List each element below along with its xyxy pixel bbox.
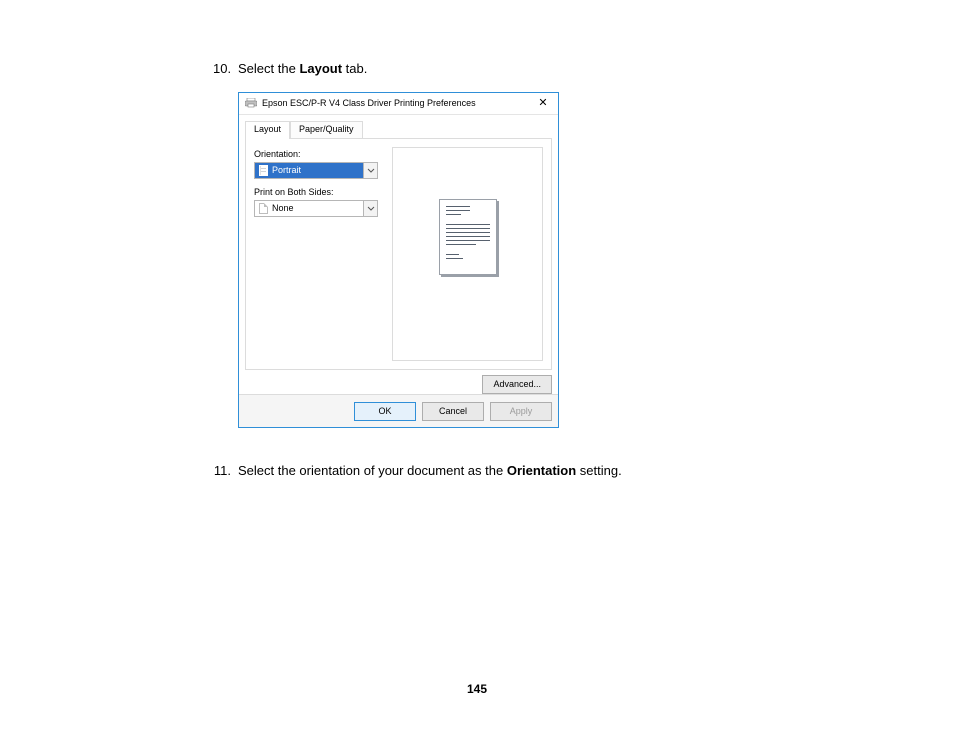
page-number: 145: [0, 682, 954, 696]
orientation-dropdown[interactable]: Portrait: [254, 162, 378, 179]
tab-paper-quality[interactable]: Paper/Quality: [290, 121, 363, 139]
both-sides-text: None: [272, 203, 294, 213]
text: setting.: [576, 463, 622, 478]
orientation-text: Portrait: [272, 165, 301, 175]
bold-text: Layout: [299, 61, 342, 76]
print-preferences-dialog: Epson ESC/P-R V4 Class Driver Printing P…: [238, 92, 559, 428]
text: Select the orientation of your document …: [238, 463, 507, 478]
page-icon: [259, 203, 268, 214]
ok-button[interactable]: OK: [354, 402, 416, 421]
bold-text: Orientation: [507, 463, 576, 478]
chevron-down-icon: [363, 163, 377, 178]
dialog-client: Layout Paper/Quality Orientation: Portra…: [239, 115, 558, 427]
both-sides-dropdown[interactable]: None: [254, 200, 378, 217]
layout-controls: Orientation: Portrait Print on Both Side…: [254, 147, 384, 361]
close-button[interactable]: ✕: [534, 98, 552, 109]
dialog-footer: OK Cancel Apply: [239, 394, 558, 427]
orientation-value: Portrait: [255, 163, 363, 178]
apply-button[interactable]: Apply: [490, 402, 552, 421]
page-preview: [392, 147, 543, 361]
orientation-label: Orientation:: [254, 149, 384, 159]
both-sides-value: None: [255, 201, 363, 216]
step-text: Select the Layout tab.: [238, 60, 813, 78]
step-number: 11.: [213, 462, 231, 480]
preview-page-icon: [439, 199, 497, 275]
both-sides-label: Print on Both Sides:: [254, 187, 384, 197]
step-11: 11. Select the orientation of your docum…: [213, 462, 813, 480]
tab-layout[interactable]: Layout: [245, 121, 290, 139]
step-10: 10. Select the Layout tab.: [213, 60, 813, 78]
step-text: Select the orientation of your document …: [238, 462, 813, 480]
window-title: Epson ESC/P-R V4 Class Driver Printing P…: [262, 98, 534, 108]
titlebar: Epson ESC/P-R V4 Class Driver Printing P…: [239, 93, 558, 115]
text: Select the: [238, 61, 299, 76]
advanced-button[interactable]: Advanced...: [482, 375, 552, 394]
portrait-page-icon: [259, 165, 268, 176]
screenshot-figure: Epson ESC/P-R V4 Class Driver Printing P…: [238, 92, 813, 428]
tab-strip: Layout Paper/Quality: [245, 121, 552, 139]
tab-body: Orientation: Portrait Print on Both Side…: [245, 138, 552, 370]
chevron-down-icon: [363, 201, 377, 216]
document-body: 10. Select the Layout tab. Epson ESC/P-R…: [213, 60, 813, 493]
printer-icon: [245, 98, 257, 108]
step-number: 10.: [213, 60, 231, 78]
advanced-row: Advanced...: [245, 375, 552, 394]
text: tab.: [342, 61, 367, 76]
cancel-button[interactable]: Cancel: [422, 402, 484, 421]
